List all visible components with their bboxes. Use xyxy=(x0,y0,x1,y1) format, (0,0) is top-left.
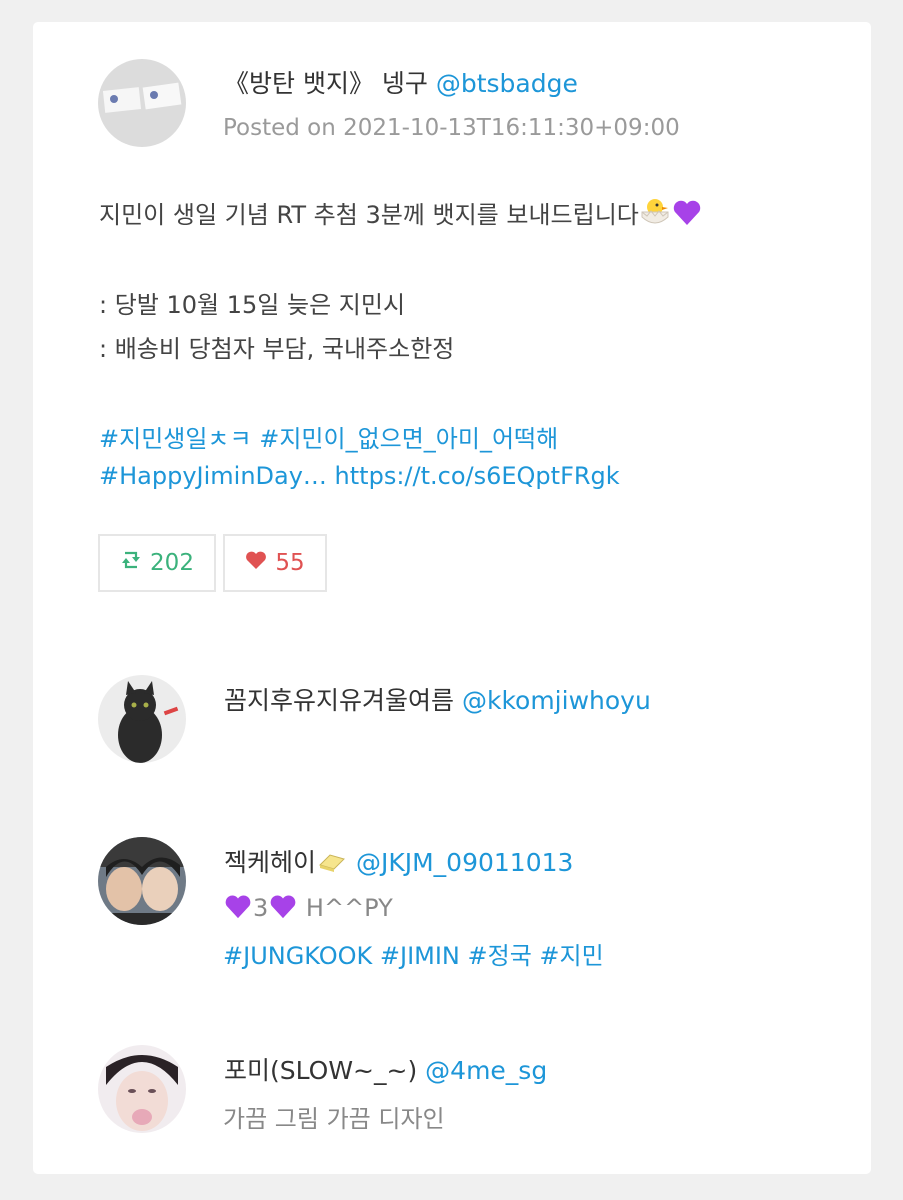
tweet-card: 《방탄 뱃지》 넹구 @btsbadge Posted on 2021-10-1… xyxy=(33,22,871,1174)
reply-handle[interactable]: @4me_sg xyxy=(425,1056,547,1085)
reply-avatar[interactable] xyxy=(98,837,186,925)
reply-3-bio: 가끔 그림 가끔 디자인 xyxy=(223,1105,445,1133)
post-text: 지민이 생일 기념 RT 추첨 3분께 뱃지를 보내드립니다 xyxy=(99,201,639,229)
like-count: 55 xyxy=(275,550,305,576)
post-hashtags-2[interactable]: #HappyJiminDay… https://t.co/s6EQptFRgk xyxy=(99,462,620,490)
post-hashtags-1[interactable]: #지민생일ㅊㅋ #지민이_없으면_아미_어떡해 xyxy=(99,419,558,454)
post-text-line: 지민이 생일 기념 RT 추첨 3분께 뱃지를 보내드립니다 xyxy=(99,195,703,233)
like-button[interactable]: 55 xyxy=(223,534,327,592)
author-name: 《방탄 뱃지》 넹구 xyxy=(224,69,428,98)
reply-handle[interactable]: @kkomjiwhoyu xyxy=(462,686,651,715)
reply-2-author: 젝케헤이 @JKJM_09011013 xyxy=(224,843,573,881)
heart-icon xyxy=(245,550,267,576)
reply-name: 포미(SLOW~_~) xyxy=(224,1056,418,1085)
reply-3-author: 포미(SLOW~_~) @4me_sg xyxy=(224,1051,547,1087)
post-detail-2: : 배송비 당첨자 부담, 국내주소한정 xyxy=(99,335,455,363)
retweet-button[interactable]: 202 xyxy=(98,534,216,592)
retweet-icon xyxy=(120,550,142,576)
bio-number: 3 xyxy=(253,894,269,922)
author-line: 《방탄 뱃지》 넹구 @btsbadge xyxy=(224,64,578,100)
reply-handle[interactable]: @JKJM_09011013 xyxy=(356,848,573,877)
author-handle[interactable]: @btsbadge xyxy=(436,69,578,98)
reply-2-bio: 3 H^^PY xyxy=(223,892,393,926)
reply-name: 꼼지후유지유겨울여름 xyxy=(224,686,455,715)
bio-text: H^^PY xyxy=(298,894,393,922)
retweet-count: 202 xyxy=(150,550,194,576)
purple-heart-icon xyxy=(671,197,703,233)
post-timestamp: Posted on 2021-10-13T16:11:30+09:00 xyxy=(223,115,680,141)
purple-heart-icon xyxy=(223,892,253,926)
hatching-chick-icon xyxy=(639,197,671,233)
butter-icon xyxy=(316,849,348,881)
reply-name: 젝케헤이 xyxy=(224,848,317,877)
author-avatar[interactable] xyxy=(98,59,186,147)
purple-heart-icon xyxy=(268,892,298,926)
reply-2-hashtags[interactable]: #JUNGKOOK #JIMIN #정국 #지민 xyxy=(223,936,604,971)
post-detail-1: : 당발 10월 15일 늦은 지민시 xyxy=(99,291,406,319)
reply-1-author: 꼼지후유지유겨울여름 @kkomjiwhoyu xyxy=(224,681,651,717)
reply-avatar[interactable] xyxy=(98,675,186,763)
reply-avatar[interactable] xyxy=(98,1045,186,1133)
